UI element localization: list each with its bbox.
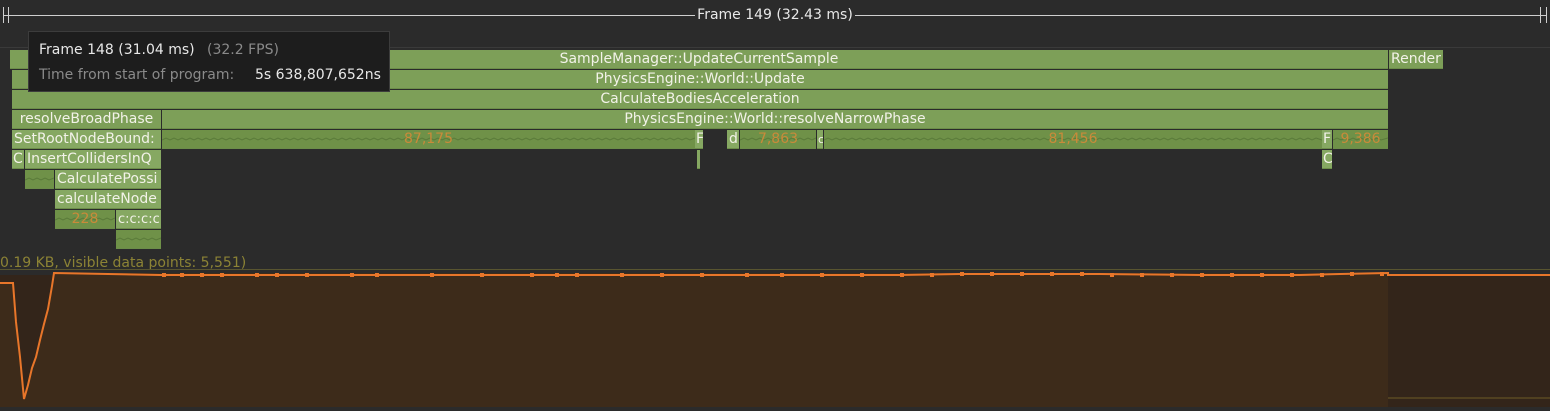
zone-label: c [817,130,823,148]
tooltip-title: Frame 148 (31.04 ms) [39,42,195,58]
zone-label: F [1323,131,1332,147]
frame-title: Frame 149 (32.43 ms) [0,6,1550,24]
plot-top-border [0,269,1550,270]
zone-label: C [1323,151,1332,167]
zone-count-label: 81,456 [1048,131,1098,147]
memory-plot[interactable] [0,271,1550,407]
zone-label: Render [1391,51,1441,67]
zone-group-7863[interactable]: 7,863 [740,130,816,149]
zone-count-label: 7,863 [757,131,799,147]
zone-row7-left[interactable] [25,170,54,189]
zone-c-small[interactable]: c [817,130,823,149]
zigzag-pattern [116,237,161,241]
zone-label: SetRootNodeBound: [14,131,155,147]
zone-label: resolveBroadPhase [19,111,154,127]
zone-count-label: 87,175 [404,131,453,147]
zone-calculate-bodies-acceleration[interactable]: CalculateBodiesAcceleration [12,90,1388,109]
zone-count-label: 228 [71,211,99,227]
zone-resolve-narrow-phase[interactable]: PhysicsEngine::World::resolveNarrowPhase [162,110,1388,129]
zone-count-label: 9,386 [1340,131,1381,147]
zone-label: F [695,130,703,148]
frame-tooltip: Frame 148 (31.04 ms) (32.2 FPS) Time fro… [28,31,390,92]
zone-ccc[interactable]: c:c:c:c: [116,210,161,229]
zone-label: PhysicsEngine::World::resolveNarrowPhase [624,111,926,127]
zone-label: CalculatePossi [57,171,158,187]
zone-row10[interactable] [116,230,161,249]
zone-group-81456[interactable]: 81,456 [824,130,1322,149]
tooltip-fps: (32.2 FPS) [207,42,279,58]
zone-label: d [729,131,738,147]
zone-d[interactable]: d [727,130,739,149]
zigzag-pattern [25,177,54,181]
zone-render[interactable]: Render [1389,50,1443,69]
zone-group-228[interactable]: 228 [55,210,115,229]
frame-ruler[interactable]: Frame 149 (32.43 ms) [0,0,1550,32]
zone-ci[interactable]: CI [12,150,24,169]
zone-c-2[interactable]: C [1322,150,1332,169]
zone-group-87175[interactable]: 87,175 [162,130,695,149]
frame-title-text: Frame 149 (32.43 ms) [695,7,855,23]
zone-label: CalculateBodiesAcceleration [600,91,800,107]
zone-f-2[interactable]: F [1322,130,1332,149]
tooltip-time-label: Time from start of program: [39,67,235,83]
zone-label: calculateNode [57,191,157,207]
zone-resolve-broad-phase[interactable]: resolveBroadPhase [12,110,161,129]
zone-label: c:c:c:c: [118,212,161,227]
zone-f-1[interactable]: F [695,130,703,149]
zone-thin-1[interactable] [697,150,700,169]
memory-plot-graph [0,271,1550,407]
zone-calculate-node[interactable]: calculateNode [55,190,161,209]
zone-set-root-node-bounds[interactable]: SetRootNodeBound: [12,130,161,149]
zone-label: CI [13,151,24,167]
zone-label: InsertCollidersInQ [27,151,152,167]
zone-group-9386[interactable]: 9,386 [1333,130,1388,149]
zone-insert-colliders[interactable]: InsertCollidersInQ [25,150,161,169]
plot-area-shade [0,273,1388,407]
tooltip-time-value: 5s 638,807,652ns [255,67,381,83]
zone-calculate-possible[interactable]: CalculatePossi [55,170,161,189]
